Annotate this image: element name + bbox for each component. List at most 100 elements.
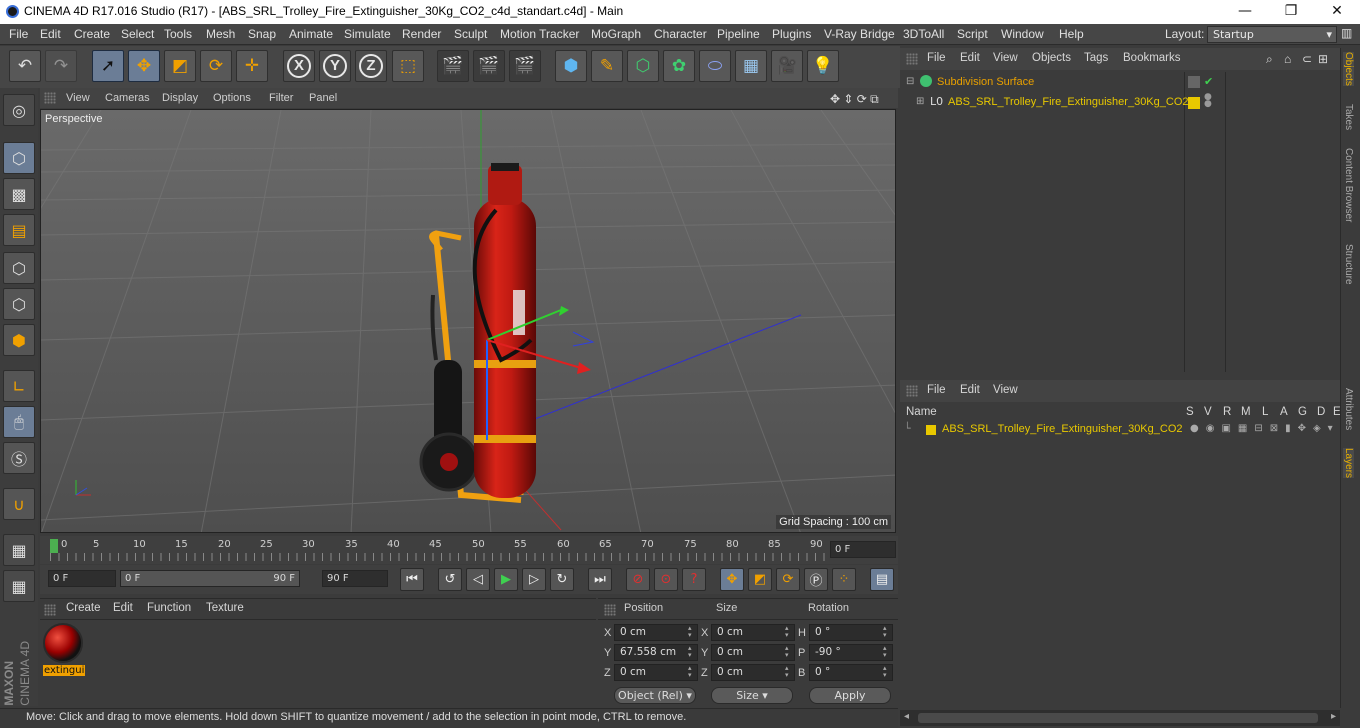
coordinate-system-button[interactable]: ⬚ [392,50,424,82]
menu-sculpt[interactable]: Sculpt [454,27,487,41]
object-row[interactable]: ⊟ Subdivision Surface [904,74,1184,92]
go-to-start-button[interactable]: ⏮ [400,568,424,591]
axis-mode-button[interactable]: ∟ [3,370,35,402]
key-position-button[interactable]: ✥ [720,568,744,591]
menu-file[interactable]: File [9,27,28,41]
go-to-end-button[interactable]: ⏭ [588,568,612,591]
layer-menu-edit[interactable]: Edit [960,384,980,396]
y-axis-lock-button[interactable]: Y [319,50,351,82]
menu-mograph[interactable]: MoGraph [591,27,641,41]
rotation-p-field[interactable]: -90 ° [809,644,893,661]
maximize-button[interactable]: ❐ [1268,0,1314,24]
position-z-field[interactable]: 0 cm [614,664,698,681]
object-menu-bookmarks[interactable]: Bookmarks [1123,52,1181,64]
material-menu-create[interactable]: Create [66,602,101,614]
rotation-h-field[interactable]: 0 ° [809,624,893,641]
tab-content-browser[interactable]: Content Browser [1343,148,1354,222]
size-mode-select[interactable]: Size ▾ [711,687,793,704]
visibility-dots-icon[interactable]: ● ● [1204,93,1212,109]
menu-plugins[interactable]: Plugins [772,27,811,41]
rotate-tool-button[interactable]: ⟳ [200,50,232,82]
scroll-right-icon[interactable]: ▸ [1331,711,1336,722]
tab-attributes[interactable]: Attributes [1343,388,1354,430]
key-rotation-button[interactable]: ⟳ [776,568,800,591]
current-frame-field[interactable]: 0 F [830,541,896,558]
next-key-button[interactable]: ↻ [550,568,574,591]
panel-grip-icon[interactable] [44,92,56,104]
menu-help[interactable]: Help [1059,27,1084,41]
apply-button[interactable]: Apply [809,687,891,704]
menu-motion-tracker[interactable]: Motion Tracker [500,27,579,41]
points-mode-button[interactable]: ⬡ [3,252,35,284]
x-axis-lock-button[interactable]: X [283,50,315,82]
move-tool-button[interactable]: ✥ [128,50,160,82]
record-keys-button[interactable]: ⊘ [626,568,650,591]
viewport-menu-options[interactable]: Options [213,92,251,104]
frame-range-slider[interactable]: 0 F 90 F [120,570,300,587]
menu-script[interactable]: Script [957,27,988,41]
subdivision-button[interactable]: ⬡ [627,50,659,82]
layer-menu-view[interactable]: View [993,384,1018,396]
layer-flag-icons[interactable]: ●◉▣▦⊟⊠▮✥◈▾ [1190,423,1340,434]
workplane-mode-button[interactable]: ▤ [3,214,35,246]
object-menu-tags[interactable]: Tags [1084,52,1108,64]
tab-objects[interactable]: Objects [1343,52,1354,86]
menu-3dtoall[interactable]: 3DToAll [903,27,944,41]
cube-object-button[interactable]: ⬢ [555,50,587,82]
layer-menu-file[interactable]: File [927,384,946,396]
home-icon[interactable]: ⌂ [1284,52,1291,66]
position-x-field[interactable]: 0 cm [614,624,698,641]
menu-create[interactable]: Create [74,27,110,41]
material-menu-edit[interactable]: Edit [113,602,133,614]
object-enabled-check-icon[interactable]: ✔ [1204,75,1213,88]
texture-mode-button[interactable]: ▩ [3,178,35,210]
viewport-menu-cameras[interactable]: Cameras [105,92,150,104]
play-button[interactable]: ▶ [494,568,518,591]
viewport-menu-panel[interactable]: Panel [309,92,337,104]
menu-simulate[interactable]: Simulate [344,27,391,41]
magnet-button[interactable]: ∪ [3,488,35,520]
floor-button[interactable]: ▦ [735,50,767,82]
prev-key-button[interactable]: ↺ [438,568,462,591]
menu-window[interactable]: Window [1001,27,1044,41]
menu-render[interactable]: Render [402,27,441,41]
camera-button[interactable]: 🎥 [771,50,803,82]
layer-row[interactable]: └ ABS_SRL_Trolley_Fire_Extinguisher_30Kg… [904,422,1340,440]
cloner-button[interactable]: ✿ [663,50,695,82]
viewport-menu-filter[interactable]: Filter [269,92,293,104]
collapse-icon[interactable]: ⊟ [906,76,914,87]
key-scale-button[interactable]: ◩ [748,568,772,591]
scroll-left-icon[interactable]: ◂ [904,711,909,722]
scrollbar-thumb[interactable] [918,713,1318,723]
close-button[interactable]: ✕ [1314,0,1360,24]
link-icon[interactable]: ⊂ [1302,52,1312,66]
tweak-mode-button[interactable]: 🖱 [3,406,35,438]
render-settings-button[interactable]: 🎬 [509,50,541,82]
timeline-ruler[interactable]: 0 5 10 15 20 25 30 35 40 45 50 55 60 65 … [40,536,898,564]
snap-button[interactable]: Ⓢ [3,442,35,474]
layer-color-swatch[interactable] [926,425,936,435]
rotation-b-field[interactable]: 0 ° [809,664,893,681]
undo-button[interactable]: ↶ [9,50,41,82]
layout-select[interactable]: Startup ▾ [1207,26,1337,43]
key-selection-button[interactable]: ? [682,568,706,591]
viewport-navigate-icons[interactable]: ✥ ⇕ ⟳ ⧉ [830,92,879,107]
object-menu-file[interactable]: File [927,52,946,64]
coordinate-mode-select[interactable]: Object (Rel) ▾ [614,687,696,704]
search-icon[interactable]: ⌕ [1266,52,1273,67]
new-window-icon[interactable]: ⊞ [1318,52,1328,66]
object-menu-objects[interactable]: Objects [1032,52,1071,64]
menu-select[interactable]: Select [121,27,154,41]
auto-key-button[interactable]: ⊙ [654,568,678,591]
layout-menu-icon[interactable]: ▥ [1341,26,1352,40]
object-row[interactable]: ⊞ L0 ABS_SRL_Trolley_Fire_Extinguisher_3… [904,94,1189,112]
object-menu-view[interactable]: View [993,52,1018,64]
material-menu-texture[interactable]: Texture [206,602,244,614]
viewport-menu-display[interactable]: Display [162,92,198,104]
playhead-marker[interactable] [50,539,58,553]
start-frame-field[interactable]: 0 F [48,570,116,587]
menu-snap[interactable]: Snap [248,27,276,41]
prev-frame-button[interactable]: ◁ [466,568,490,591]
panel-grip-icon[interactable] [906,385,918,397]
recent-tools-button[interactable]: ✛ [236,50,268,82]
